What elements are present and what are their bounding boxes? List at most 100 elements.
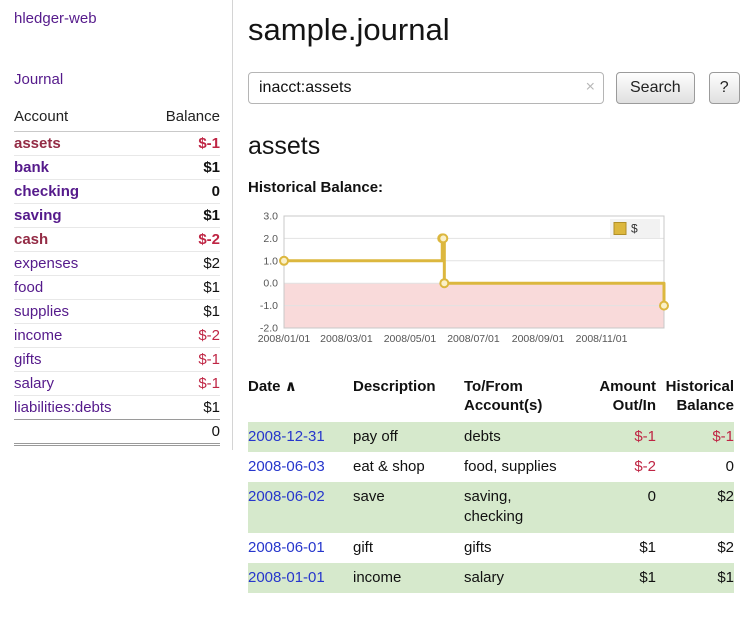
svg-text:2008/03/01: 2008/03/01 — [320, 333, 373, 345]
account-row: gifts $-1 — [14, 348, 220, 372]
register-date-link[interactable]: 2008-01-01 — [248, 569, 325, 586]
svg-text:2008/07/01: 2008/07/01 — [447, 333, 500, 345]
register-date-link[interactable]: 2008-06-02 — [248, 488, 325, 505]
register-date-link[interactable]: 2008-06-03 — [248, 458, 325, 475]
account-balance: $-1 — [146, 348, 220, 372]
sidebar-account-link[interactable]: income — [14, 327, 62, 344]
accounts-total-balance: 0 — [146, 420, 220, 445]
register-header-balance: Historical Balance — [656, 376, 734, 422]
register-accounts: food, supplies — [464, 452, 590, 482]
account-balance: 0 — [146, 180, 220, 204]
account-row: checking 0 — [14, 180, 220, 204]
accounts-table: Account Balance assets$-1bank$1checking0… — [14, 102, 220, 446]
sidebar-account-link[interactable]: checking — [14, 183, 79, 200]
register-description: eat & shop — [353, 452, 464, 482]
register-row: 2008-12-31pay offdebts$-1$-1 — [248, 422, 734, 452]
svg-text:1.0: 1.0 — [263, 255, 278, 267]
page-title: sample.journal — [248, 12, 740, 48]
register-balance: 0 — [656, 452, 734, 482]
sidebar-account-link[interactable]: gifts — [14, 351, 42, 368]
account-balance: $1 — [146, 204, 220, 228]
account-balance: $-2 — [146, 228, 220, 252]
register-description: income — [353, 563, 464, 593]
main-content: sample.journal × Search ? assets Histori… — [233, 0, 742, 617]
journal-link[interactable]: Journal — [14, 71, 220, 88]
register-header-date[interactable]: Date ∧ — [248, 376, 353, 422]
register-amount: $-2 — [590, 452, 656, 482]
account-heading: assets — [248, 132, 740, 161]
help-button[interactable]: ? — [709, 72, 740, 104]
register-header-amount: Amount Out/In — [590, 376, 656, 422]
sidebar-account-link[interactable]: expenses — [14, 255, 78, 272]
balance-chart-svg: 3.02.01.00.0-1.0-2.02008/01/012008/03/01… — [248, 204, 670, 356]
svg-text:2.0: 2.0 — [263, 233, 278, 245]
search-button[interactable]: Search — [616, 72, 695, 104]
app-window: hledger-web Journal Account Balance asse… — [0, 0, 742, 617]
account-row: salary $-1 — [14, 372, 220, 396]
account-row: bank $1 — [14, 156, 220, 180]
account-row: supplies $1 — [14, 300, 220, 324]
register-balance: $2 — [656, 482, 734, 533]
sidebar-account-link[interactable]: food — [14, 279, 43, 296]
sidebar: hledger-web Journal Account Balance asse… — [0, 0, 233, 450]
register-amount: $1 — [590, 533, 656, 563]
register-date-link[interactable]: 2008-06-01 — [248, 539, 325, 556]
register-date-link[interactable]: 2008-12-31 — [248, 428, 325, 445]
accounts-header-account: Account — [14, 102, 146, 132]
accounts-header-balance: Balance — [146, 102, 220, 132]
accounts-total-row: 0 — [14, 420, 220, 445]
register-row: 2008-06-03 eat & shopfood, supplies$-20 — [248, 452, 734, 482]
register-balance: $1 — [656, 563, 734, 593]
search-field-wrapper: × — [248, 72, 604, 104]
register-table: Date ∧ Description To/From Account(s) Am… — [248, 376, 734, 593]
register-amount: $-1 — [590, 422, 656, 452]
register-amount: $1 — [590, 563, 656, 593]
account-balance: $-1 — [146, 372, 220, 396]
sort-ascending-icon: ∧ — [285, 378, 297, 395]
register-balance: $2 — [656, 533, 734, 563]
register-header-row: Date ∧ Description To/From Account(s) Am… — [248, 376, 734, 422]
register-row: 2008-06-02 savesaving, checking0$2 — [248, 482, 734, 533]
sidebar-account-link[interactable]: bank — [14, 159, 49, 176]
svg-text:-1.0: -1.0 — [260, 300, 278, 312]
account-row: food $1 — [14, 276, 220, 300]
register-accounts: salary — [464, 563, 590, 593]
svg-text:2008/05/01: 2008/05/01 — [384, 333, 437, 345]
accounts-header-row: Account Balance — [14, 102, 220, 132]
svg-text:2008/11/01: 2008/11/01 — [576, 333, 628, 345]
account-balance: $-2 — [146, 324, 220, 348]
register-accounts: debts — [464, 422, 590, 452]
register-balance: $-1 — [656, 422, 734, 452]
account-row: assets$-1 — [14, 132, 220, 156]
register-description: pay off — [353, 422, 464, 452]
sidebar-account-link[interactable]: liabilities:debts — [14, 399, 112, 416]
account-balance: $1 — [146, 276, 220, 300]
app-title-link[interactable]: hledger-web — [14, 10, 220, 27]
account-balance: $1 — [146, 156, 220, 180]
account-row: expenses $2 — [14, 252, 220, 276]
sidebar-account-link[interactable]: cash — [14, 231, 48, 248]
svg-text:3.0: 3.0 — [263, 211, 278, 223]
account-balance: $1 — [146, 300, 220, 324]
svg-text:$: $ — [631, 222, 638, 236]
register-row: 2008-06-01giftgifts$1$2 — [248, 533, 734, 563]
register-header-description: Description — [353, 376, 464, 422]
account-balance: $2 — [146, 252, 220, 276]
clear-search-icon[interactable]: × — [586, 78, 595, 96]
account-row: saving $1 — [14, 204, 220, 228]
register-amount: 0 — [590, 482, 656, 533]
search-bar: × Search ? — [248, 72, 740, 104]
sidebar-account-link[interactable]: saving — [14, 207, 62, 224]
register-header-accounts: To/From Account(s) — [464, 376, 590, 422]
date-header-label: Date — [248, 378, 281, 395]
register-accounts: saving, checking — [464, 482, 590, 533]
sidebar-account-link[interactable]: salary — [14, 375, 54, 392]
search-input[interactable] — [248, 72, 604, 104]
account-row: cash $-2 — [14, 228, 220, 252]
chart-title: Historical Balance: — [248, 179, 740, 196]
historical-balance-chart[interactable]: 3.02.01.00.0-1.0-2.02008/01/012008/03/01… — [248, 204, 740, 360]
register-description: save — [353, 482, 464, 533]
sidebar-account-link[interactable]: assets — [14, 135, 61, 152]
account-row: income $-2 — [14, 324, 220, 348]
sidebar-account-link[interactable]: supplies — [14, 303, 69, 320]
